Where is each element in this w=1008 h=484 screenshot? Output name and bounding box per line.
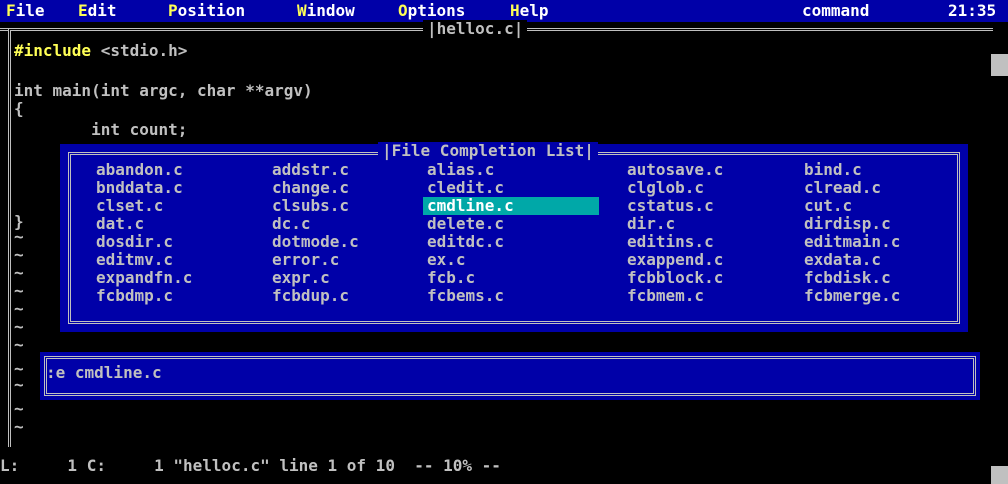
file-completion-item[interactable]: bnddata.c (92, 179, 187, 197)
file-completion-item[interactable]: fcbdisk.c (800, 269, 895, 287)
menu-help-label: elp (519, 1, 549, 20)
file-completion-panel: |File Completion List| abandon.c addstr.c… (58, 142, 970, 334)
mode-indicator: command (802, 1, 870, 20)
file-completion-item[interactable]: addstr.c (268, 161, 353, 179)
include-keyword: #include (14, 41, 92, 60)
empty-line-marker: ~ (14, 417, 24, 436)
file-completion-item[interactable]: fcb.c (423, 269, 479, 287)
file-completion-item[interactable]: exdata.c (800, 251, 885, 269)
file-completion-item[interactable]: cledit.c (423, 179, 508, 197)
menu-position[interactable]: Position (168, 0, 245, 22)
empty-line-marker: ~ (14, 399, 24, 418)
menu-file[interactable]: File (6, 0, 45, 22)
menu-position-label: osition (177, 1, 246, 20)
vertical-scrollbar[interactable] (991, 36, 1008, 484)
code-line-4[interactable]: { (14, 100, 24, 118)
file-completion-item[interactable]: fcbdup.c (268, 287, 353, 305)
file-completion-item[interactable]: cut.c (800, 197, 856, 215)
include-target: <stdio.h> (91, 41, 188, 60)
empty-line-marker: ~ (14, 317, 24, 336)
file-completion-item[interactable]: dir.c (623, 215, 679, 233)
file-completion-item[interactable]: abandon.c (92, 161, 187, 179)
menu-file-label: ile (15, 1, 45, 20)
file-completion-item[interactable]: fcbblock.c (623, 269, 727, 287)
command-line-input[interactable]: :e cmdline.c (46, 364, 162, 382)
file-completion-item[interactable]: editdc.c (423, 233, 508, 251)
menu-window-hotkey: W (297, 1, 307, 20)
menu-edit-hotkey: E (78, 1, 88, 20)
file-completion-item[interactable]: dat.c (92, 215, 148, 233)
menu-window-label: indow (306, 1, 355, 20)
menu-options-hotkey: O (398, 1, 408, 20)
status-line: L: 1 C: 1 "helloc.c" line 1 of 10 -- 10%… (0, 456, 501, 475)
empty-line-marker: ~ (14, 245, 24, 264)
empty-line-marker: ~ (14, 375, 24, 394)
file-completion-item[interactable]: change.c (268, 179, 353, 197)
file-completion-item[interactable]: bind.c (800, 161, 866, 179)
empty-line-marker: ~ (14, 299, 24, 318)
scroll-up-arrow-icon[interactable] (991, 54, 1008, 76)
empty-line-marker: ~ (14, 227, 24, 246)
file-completion-item[interactable]: ex.c (423, 251, 470, 269)
empty-line-marker: ~ (14, 263, 24, 282)
menu-options-label: ptions (407, 1, 466, 20)
file-completion-item[interactable]: clset.c (92, 197, 167, 215)
file-completion-item[interactable]: fcbmerge.c (800, 287, 904, 305)
file-completion-item[interactable]: dc.c (268, 215, 315, 233)
file-completion-item[interactable]: expr.c (268, 269, 334, 287)
file-completion-item[interactable]: cstatus.c (623, 197, 718, 215)
file-completion-item[interactable]: error.c (268, 251, 343, 269)
frame-left-stub (0, 28, 8, 34)
file-completion-item[interactable]: exappend.c (623, 251, 727, 269)
menu-file-hotkey: F (6, 1, 16, 20)
file-completion-item[interactable]: fcbmem.c (623, 287, 708, 305)
file-completion-item[interactable]: fcbems.c (423, 287, 508, 305)
menu-window[interactable]: Window (297, 0, 355, 22)
menu-edit[interactable]: Edit (78, 0, 117, 22)
menu-edit-label: dit (87, 1, 117, 20)
file-completion-title-text: File Completion List (391, 141, 585, 160)
menu-position-hotkey: P (168, 1, 178, 20)
file-completion-item[interactable]: cmdline.c (423, 197, 599, 215)
code-line-3[interactable]: int main(int argc, char **argv) (14, 82, 313, 100)
file-completion-item[interactable]: editmv.c (92, 251, 177, 269)
file-completion-item[interactable]: editmain.c (800, 233, 904, 251)
window-title: |helloc.c| (423, 19, 528, 38)
menu-help-hotkey: H (510, 1, 520, 20)
command-line-panel: :e cmdline.c (38, 350, 982, 402)
file-completion-item[interactable]: expandfn.c (92, 269, 196, 287)
command-line-border (44, 356, 976, 396)
file-completion-item[interactable]: editins.c (623, 233, 718, 251)
file-completion-item[interactable]: delete.c (423, 215, 508, 233)
code-line-1[interactable]: #include <stdio.h> (14, 42, 187, 60)
file-completion-item[interactable]: alias.c (423, 161, 498, 179)
file-completion-item[interactable]: dotmode.c (268, 233, 363, 251)
empty-line-marker: ~ (14, 335, 24, 354)
code-line-5[interactable]: int count; (14, 121, 187, 139)
empty-line-marker: ~ (14, 281, 24, 300)
file-completion-item[interactable]: fcbdmp.c (92, 287, 177, 305)
file-completion-item[interactable]: dosdir.c (92, 233, 177, 251)
window-title-text: helloc.c (436, 19, 514, 38)
clock: 21:35 (948, 1, 997, 20)
file-completion-item[interactable]: clsubs.c (268, 197, 353, 215)
file-completion-title: |File Completion List| (378, 142, 598, 160)
file-completion-item[interactable]: autosave.c (623, 161, 727, 179)
file-completion-item[interactable]: clread.c (800, 179, 885, 197)
file-completion-item[interactable]: clglob.c (623, 179, 708, 197)
file-completion-item[interactable]: dirdisp.c (800, 215, 895, 233)
